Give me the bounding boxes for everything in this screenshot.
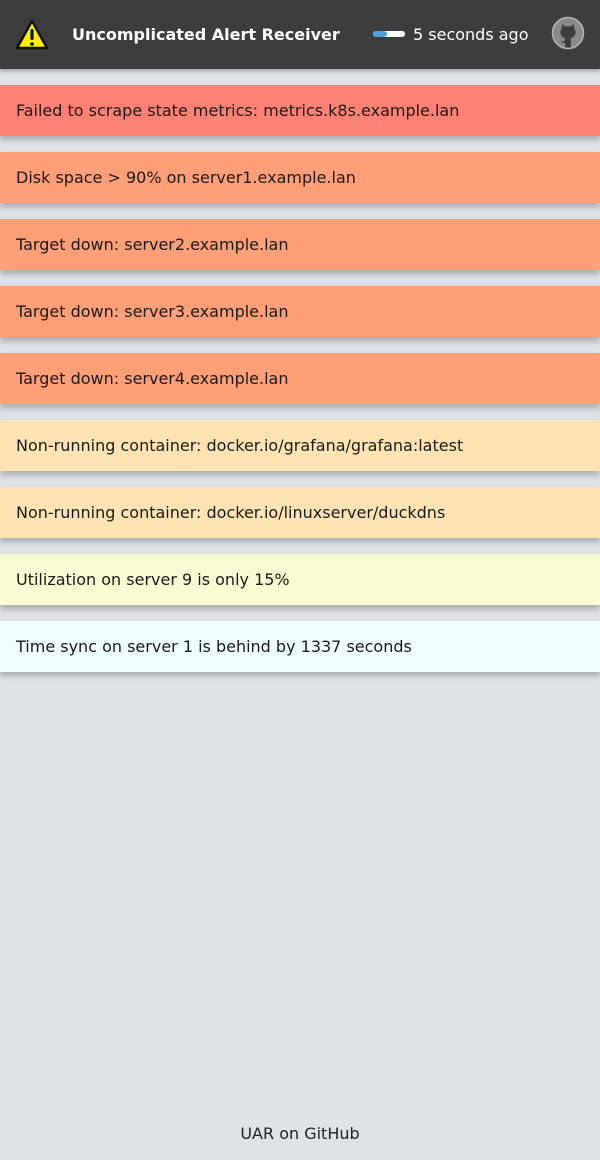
warning-triangle-icon bbox=[15, 19, 49, 50]
alert-item[interactable]: Target down: server3.example.lan bbox=[0, 286, 600, 337]
last-updated-text: 5 seconds ago bbox=[413, 25, 529, 44]
refresh-progress-fill bbox=[373, 31, 388, 37]
refresh-progress-bar bbox=[373, 31, 405, 37]
alert-item[interactable]: Non-running container: docker.io/grafana… bbox=[0, 420, 600, 471]
alert-item[interactable]: Disk space > 90% on server1.example.lan bbox=[0, 152, 600, 203]
github-footer-link[interactable]: UAR on GitHub bbox=[240, 1124, 359, 1143]
app-title: Uncomplicated Alert Receiver bbox=[72, 25, 340, 44]
alert-list: Failed to scrape state metrics: metrics.… bbox=[0, 85, 600, 688]
app-header: Uncomplicated Alert Receiver 5 seconds a… bbox=[0, 0, 600, 69]
github-icon[interactable] bbox=[551, 16, 585, 50]
alert-item[interactable]: Utilization on server 9 is only 15% bbox=[0, 554, 600, 605]
alert-item[interactable]: Target down: server4.example.lan bbox=[0, 353, 600, 404]
alert-item[interactable]: Target down: server2.example.lan bbox=[0, 219, 600, 270]
alert-item[interactable]: Failed to scrape state metrics: metrics.… bbox=[0, 85, 600, 136]
footer: UAR on GitHub bbox=[0, 1120, 600, 1148]
alert-item[interactable]: Time sync on server 1 is behind by 1337 … bbox=[0, 621, 600, 672]
alert-item[interactable]: Non-running container: docker.io/linuxse… bbox=[0, 487, 600, 538]
